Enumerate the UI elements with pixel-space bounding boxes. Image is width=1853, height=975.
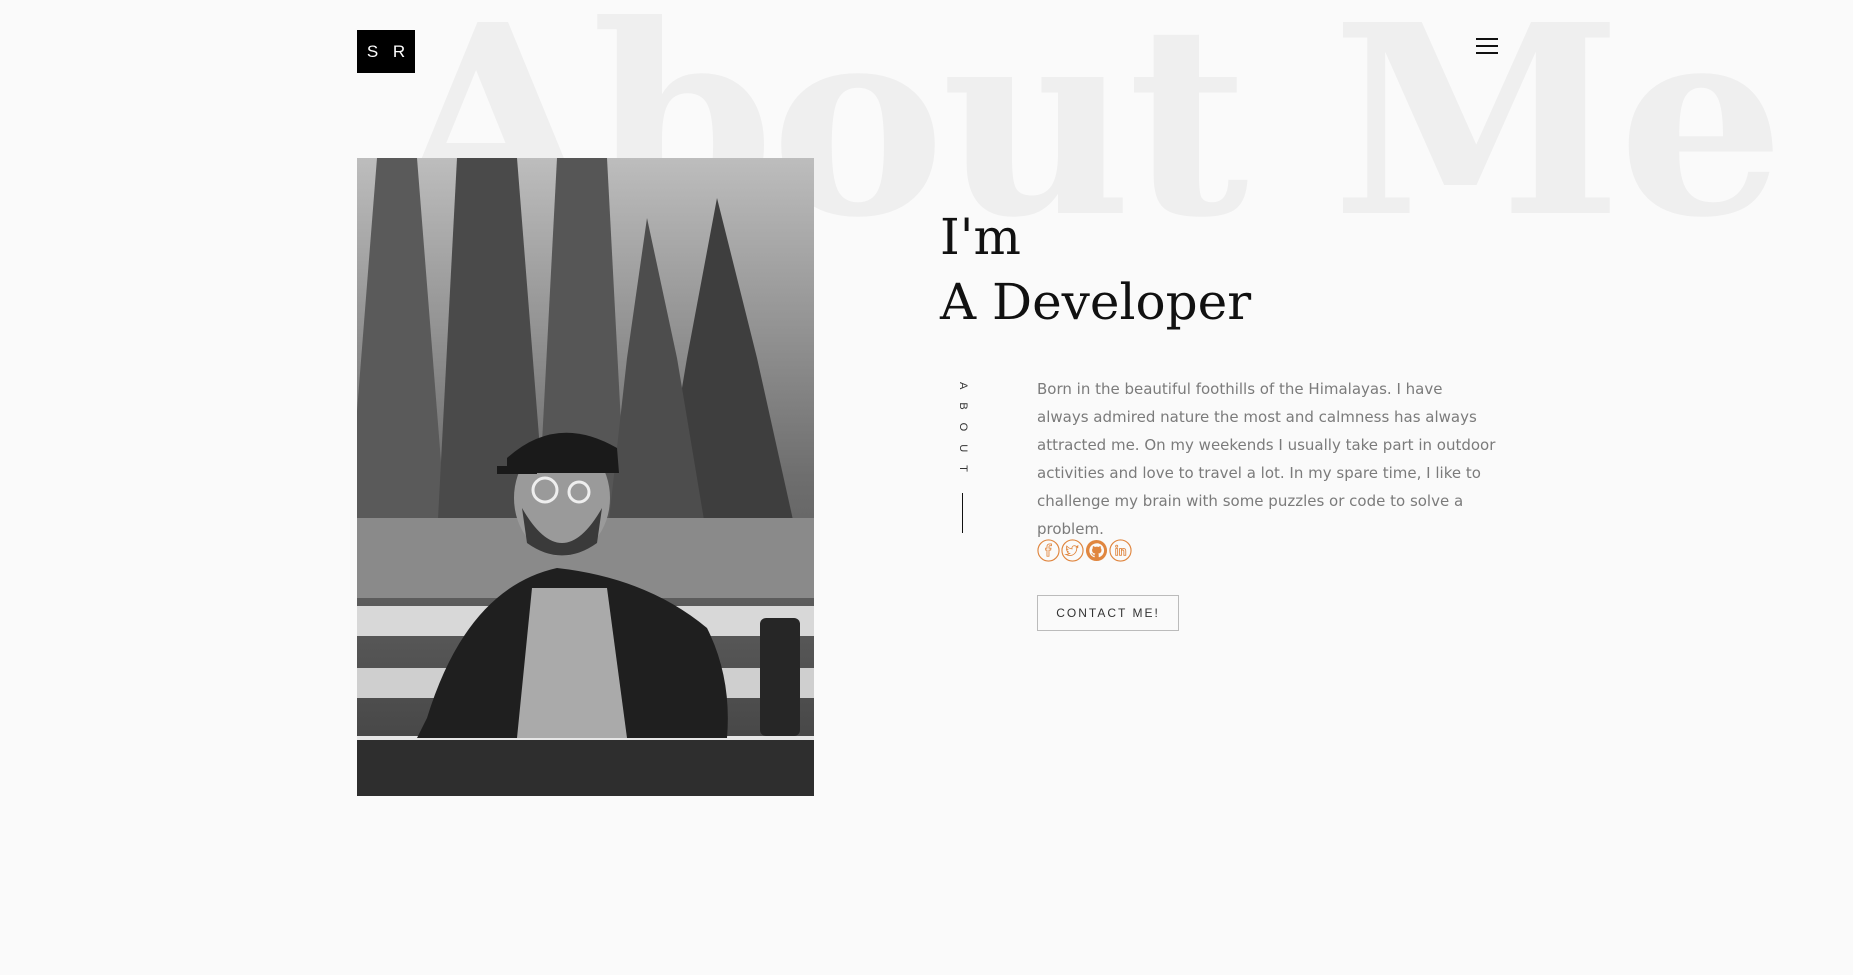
facebook-icon[interactable]: [1037, 539, 1060, 562]
logo-text: S R: [366, 41, 411, 61]
section-label-divider: [962, 492, 963, 533]
linkedin-icon[interactable]: [1109, 539, 1132, 562]
hero-line-1: I'm: [940, 208, 1021, 266]
hero-line-2: A Developer: [940, 273, 1252, 331]
section-label-about: ABOUT: [955, 382, 971, 533]
social-links: [1037, 539, 1132, 562]
section-label-text: ABOUT: [957, 382, 969, 485]
bio-paragraph: Born in the beautiful foothills of the H…: [1037, 380, 1496, 538]
about-page: About Me S R I'm A Developer ABOUT Born …: [0, 0, 1853, 975]
twitter-icon[interactable]: [1061, 539, 1084, 562]
contact-me-button[interactable]: CONTACT ME!: [1037, 595, 1179, 631]
hero-headline: I'm A Developer: [940, 205, 1251, 335]
github-icon[interactable]: [1085, 539, 1108, 562]
logo-button[interactable]: S R: [357, 30, 415, 73]
hamburger-menu-icon[interactable]: [1476, 38, 1498, 56]
profile-photo: [357, 158, 814, 796]
